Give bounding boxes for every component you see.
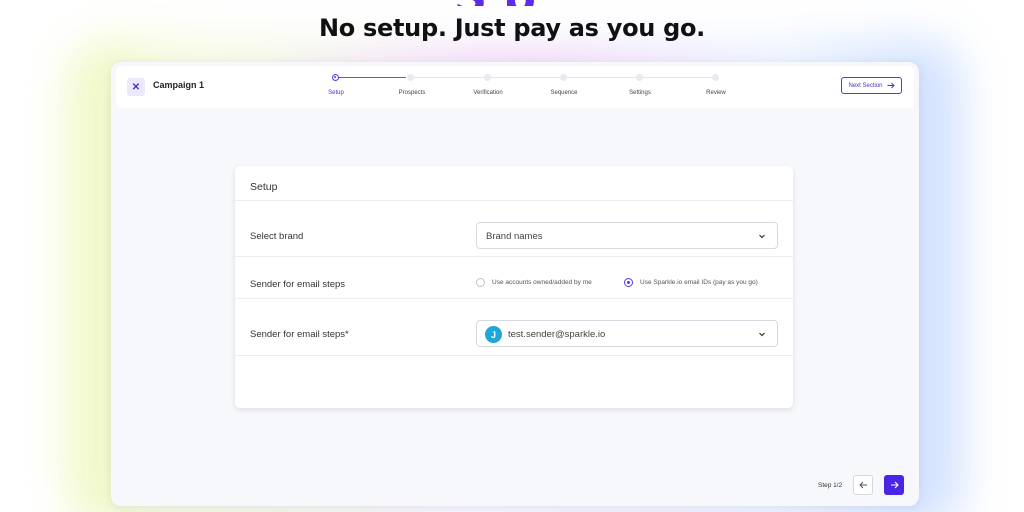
chevron-down-icon xyxy=(759,234,765,239)
card-title: Setup xyxy=(250,181,278,193)
step-indicator: Step 1/2 xyxy=(818,482,843,489)
next-section-label: Next Section xyxy=(848,82,883,89)
divider xyxy=(235,200,793,201)
step-dot-sequence[interactable] xyxy=(560,74,567,81)
arrow-right-icon xyxy=(890,481,899,489)
sender-select[interactable]: J test.sender@sparkle.io xyxy=(476,320,778,347)
step-dot-verification[interactable] xyxy=(484,74,491,81)
radio-sparkle-ids[interactable] xyxy=(624,278,633,287)
setup-card: Setup Select brand Brand names Sender fo… xyxy=(235,166,793,408)
arrow-left-icon xyxy=(858,481,867,489)
radio-sparkle-ids-label[interactable]: Use Sparkle.io email IDs (pay as you go) xyxy=(640,279,758,286)
next-section-button[interactable]: Next Section xyxy=(841,77,902,94)
step-dot-review[interactable] xyxy=(712,74,719,81)
step-dot-setup[interactable] xyxy=(332,74,339,81)
step-label-review[interactable]: Review xyxy=(706,90,726,96)
sender-label: Sender for email steps* xyxy=(250,329,349,340)
divider xyxy=(235,298,793,299)
step-label-verification[interactable]: Verification xyxy=(473,90,502,96)
step-label-settings[interactable]: Settings xyxy=(629,90,651,96)
step-label-setup[interactable]: Setup xyxy=(328,90,344,96)
select-brand-label: Select brand xyxy=(250,231,304,242)
previous-button[interactable] xyxy=(853,475,873,495)
avatar: J xyxy=(485,326,502,343)
step-label-prospects[interactable]: Prospects xyxy=(399,90,426,96)
step-label-sequence[interactable]: Sequence xyxy=(550,90,577,96)
sender-select-value: test.sender@sparkle.io xyxy=(508,329,606,340)
page-headline: No setup. Just pay as you go. xyxy=(319,14,705,42)
chevron-down-icon xyxy=(759,332,765,337)
divider xyxy=(235,355,793,356)
next-button[interactable] xyxy=(884,475,904,495)
progress-stepper: Setup Prospects Verification Sequence Se… xyxy=(116,66,914,108)
brand-select[interactable]: Brand names xyxy=(476,222,778,249)
app-window: ✕ Campaign 1 Setup Prospects Verificatio… xyxy=(111,62,919,506)
arrow-right-icon xyxy=(887,82,895,89)
brand-select-placeholder: Brand names xyxy=(486,231,543,242)
radio-own-accounts-label[interactable]: Use accounts owned/added by me xyxy=(492,279,592,286)
step-connector xyxy=(411,77,487,78)
partial-heading: S p xyxy=(448,0,568,6)
radio-own-accounts[interactable] xyxy=(476,278,485,287)
sender-type-label: Sender for email steps xyxy=(250,279,346,290)
step-connector xyxy=(642,77,717,78)
step-connector xyxy=(566,77,640,78)
partial-heading-text: S p xyxy=(454,0,536,6)
top-bar: ✕ Campaign 1 Setup Prospects Verificatio… xyxy=(116,66,914,108)
step-dot-settings[interactable] xyxy=(636,74,643,81)
step-connector xyxy=(338,77,406,78)
divider xyxy=(235,256,793,257)
step-dot-prospects[interactable] xyxy=(407,74,414,81)
step-connector xyxy=(489,77,564,78)
